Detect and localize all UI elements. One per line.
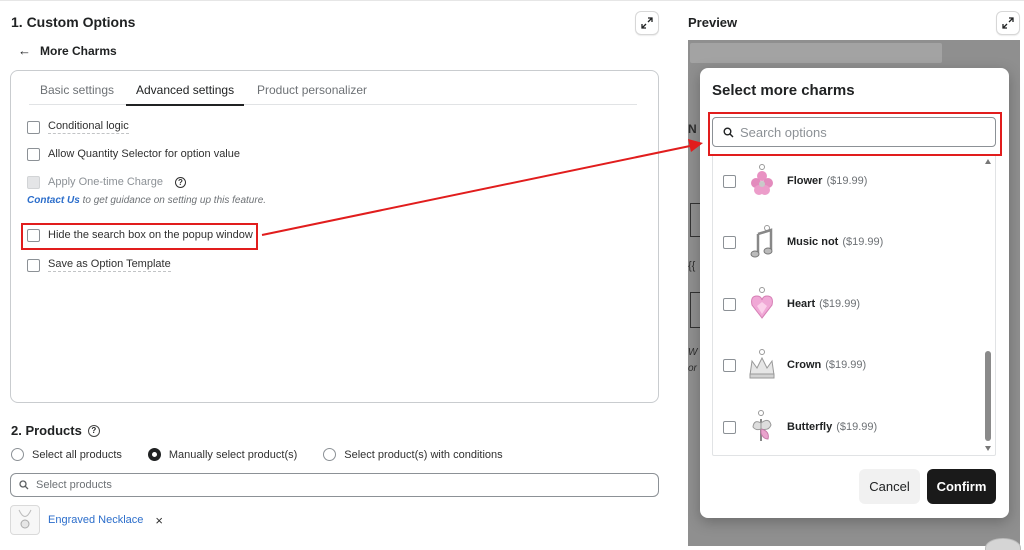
radio-label: Select product(s) with conditions (344, 448, 503, 461)
list-item-heart[interactable]: Heart ($19.99) (713, 276, 981, 332)
tab-product-personalizer[interactable]: Product personalizer (257, 83, 367, 105)
section-title-products: 2. Products ? (11, 423, 100, 438)
guidance-text: Contact Us to get guidance on setting up… (27, 195, 266, 206)
list-item-music-note[interactable]: Music not ($19.99) (713, 214, 981, 270)
product-selection-radios: Select all products Manually select prod… (11, 448, 529, 461)
item-price: ($19.99) (825, 359, 867, 371)
crown-charm-icon (747, 347, 777, 383)
radio-button[interactable] (11, 448, 24, 461)
list-item-crown[interactable]: Crown ($19.99) (713, 337, 981, 393)
radio-select-all[interactable]: Select all products (11, 448, 122, 461)
option-hide-search-box[interactable]: Hide the search box on the popup window (27, 229, 253, 242)
item-price: ($19.99) (836, 421, 878, 433)
item-name: Butterfly (787, 421, 833, 433)
radio-button-selected[interactable] (147, 448, 161, 461)
select-products-input[interactable]: Select products (10, 473, 659, 497)
preview-placeholder-bar (690, 43, 942, 63)
search-icon (19, 480, 29, 490)
back-link-label: More Charms (40, 43, 117, 58)
charm-options-list: Flower ($19.99) Music not ($19.99) Heart… (712, 154, 996, 456)
expand-button[interactable] (635, 11, 659, 35)
scroll-up-icon[interactable] (985, 159, 991, 164)
music-note-charm-icon (747, 224, 777, 260)
option-label: Save as Option Template (48, 258, 171, 272)
tab-advanced-settings[interactable]: Advanced settings (126, 83, 245, 106)
preview-expand-button[interactable] (996, 11, 1020, 35)
confirm-button[interactable]: Confirm (927, 469, 996, 504)
option-save-template[interactable]: Save as Option Template (27, 258, 171, 272)
select-products-placeholder: Select products (36, 479, 112, 491)
radio-select-conditions[interactable]: Select product(s) with conditions (323, 448, 503, 461)
flower-checkbox[interactable] (723, 174, 736, 188)
preview-bg-letter: N (688, 122, 697, 136)
one-time-charge-checkbox (27, 176, 40, 189)
list-item-flower[interactable]: Flower ($19.99) (713, 155, 981, 209)
contact-us-link[interactable]: Contact Us (27, 195, 80, 206)
preview-bg-letter-or: or (688, 363, 697, 374)
settings-tabs: Basic settings Advanced settings Product… (29, 81, 637, 106)
remove-product-icon[interactable]: × (155, 513, 163, 528)
flower-charm-icon (747, 163, 777, 199)
butterfly-checkbox[interactable] (723, 420, 736, 434)
options-card: Basic settings Advanced settings Product… (10, 70, 659, 403)
top-divider (0, 0, 1024, 1)
radio-label: Select all products (32, 448, 122, 461)
hide-search-checkbox[interactable] (27, 229, 40, 242)
expand-icon (1002, 17, 1014, 29)
products-title-text: 2. Products (11, 423, 82, 438)
scroll-thumb[interactable] (985, 351, 991, 441)
option-label: Allow Quantity Selector for option value (48, 148, 240, 160)
option-label: Conditional logic (48, 120, 129, 134)
option-conditional-logic[interactable]: Conditional logic (27, 120, 129, 134)
option-label: Apply One-time Charge (48, 176, 163, 188)
modal-title: Select more charms (712, 82, 855, 99)
heart-checkbox[interactable] (723, 297, 736, 311)
cancel-button[interactable]: Cancel (859, 469, 920, 504)
preview-bg-brace: {{ (688, 260, 696, 272)
item-name: Music not (787, 236, 839, 248)
back-arrow-icon: ← (18, 43, 31, 58)
help-circle-icon[interactable]: ? (87, 424, 100, 437)
conditional-logic-checkbox[interactable] (27, 120, 40, 134)
item-price: ($19.99) (826, 175, 868, 187)
list-scrollbar[interactable] (984, 159, 992, 451)
back-link-more-charms[interactable]: ← More Charms (18, 43, 117, 58)
option-one-time-charge: Apply One-time Charge ? (27, 176, 186, 189)
quantity-selector-checkbox[interactable] (27, 148, 40, 161)
music-note-checkbox[interactable] (723, 235, 736, 249)
crown-checkbox[interactable] (723, 358, 736, 372)
list-item-butterfly[interactable]: Butterfly ($19.99) (713, 399, 981, 455)
butterfly-charm-icon (747, 409, 777, 445)
help-circle-icon[interactable]: ? (174, 177, 186, 188)
radio-button[interactable] (323, 448, 337, 461)
save-template-checkbox[interactable] (27, 258, 40, 272)
item-price: ($19.99) (819, 298, 861, 310)
option-label: Hide the search box on the popup window (48, 229, 253, 241)
expand-icon (641, 17, 653, 29)
item-name: Heart (787, 298, 816, 310)
item-name: Crown (787, 359, 822, 371)
item-price: ($19.99) (842, 236, 884, 248)
necklace-thumbnail-icon (10, 505, 40, 535)
radio-manual-select[interactable]: Manually select product(s) (147, 448, 298, 461)
preview-title: Preview (688, 15, 738, 30)
selected-product-chip: Engraved Necklace × (10, 505, 163, 535)
scroll-down-icon[interactable] (985, 446, 991, 451)
tab-basic-settings[interactable]: Basic settings (40, 83, 114, 105)
product-link-engraved-necklace[interactable]: Engraved Necklace (48, 514, 143, 526)
option-quantity-selector[interactable]: Allow Quantity Selector for option value (27, 148, 240, 161)
guidance-suffix: to get guidance on setting up this featu… (79, 195, 267, 206)
heart-charm-icon (747, 286, 777, 322)
highlight-box-search (708, 112, 1002, 156)
section-title-custom-options: 1. Custom Options (11, 14, 136, 30)
preview-bg-letter-w: W (688, 347, 698, 358)
item-name: Flower (787, 175, 823, 187)
radio-label: Manually select product(s) (168, 448, 298, 461)
